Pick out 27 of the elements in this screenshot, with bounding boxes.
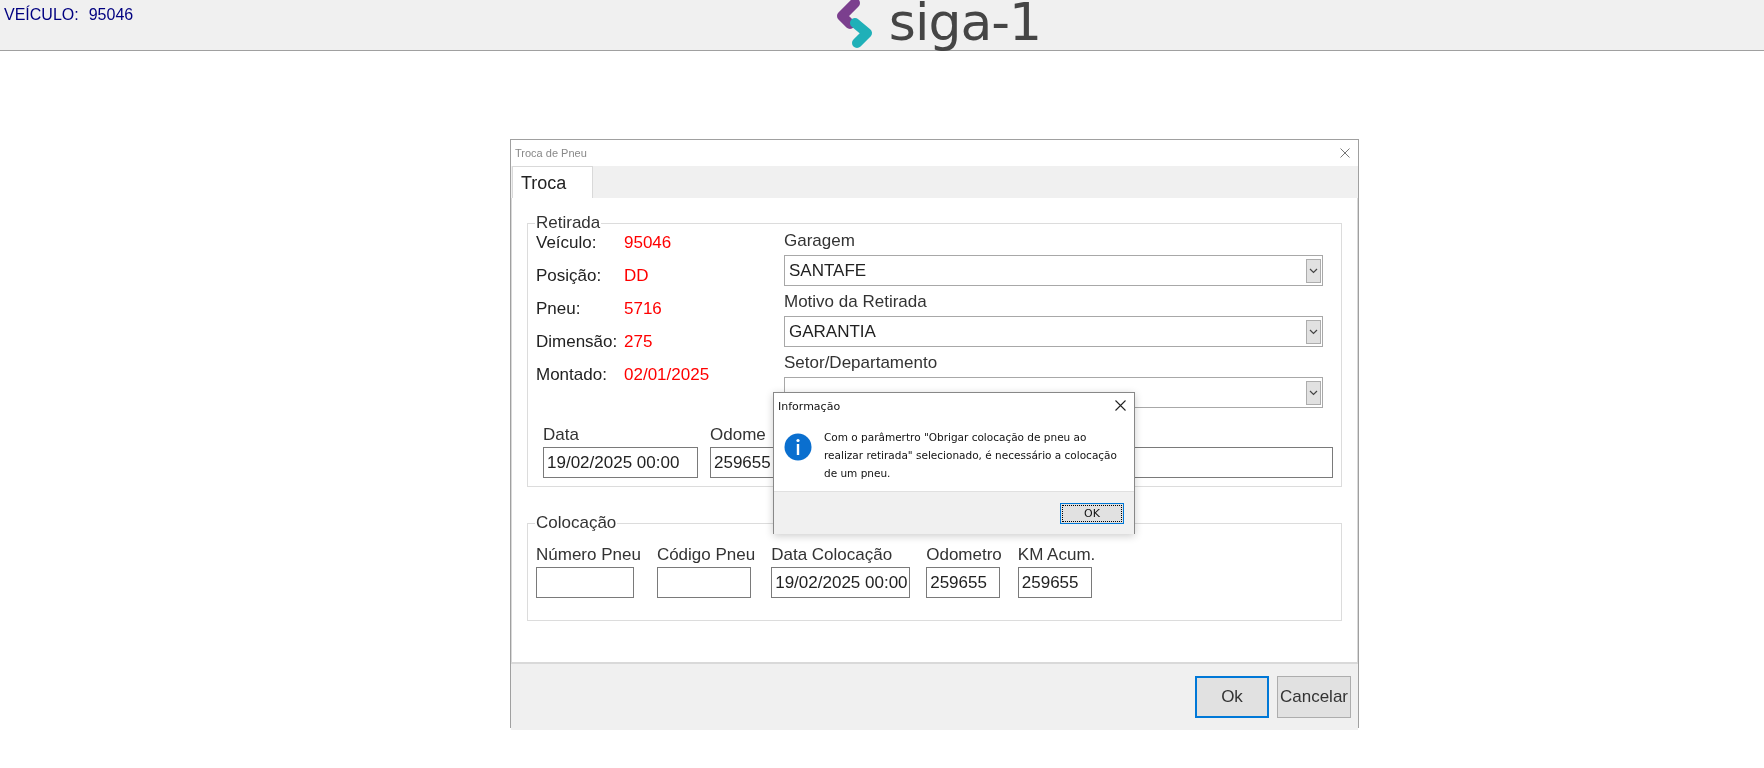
vehicle-number: 95046	[88, 6, 134, 24]
dialog-title: Informação	[778, 399, 841, 413]
vehicle-label: VEÍCULO:	[4, 6, 79, 24]
window-title: Troca de Pneu	[515, 147, 587, 159]
detail-value: 275	[624, 332, 654, 353]
field-label: Odometro	[926, 545, 1002, 566]
field-label: KM Acum.	[1017, 545, 1096, 566]
detail-label: Veículo:	[536, 233, 598, 254]
field-label: Número Pneu	[536, 545, 641, 566]
detail-label: Pneu:	[536, 299, 582, 320]
field-label: Setor/Departamento	[784, 353, 939, 374]
field-label: Motivo da Retirada	[784, 292, 928, 313]
group-title: Retirada	[535, 213, 602, 233]
detail-label: Posição:	[536, 266, 603, 287]
detail-label: Montado:	[536, 365, 608, 386]
detail-label: Dimensão:	[536, 332, 619, 353]
group-title: Colocação	[535, 513, 618, 533]
message-text: Com o parâmertro "Obrigar colocação de pneu ao realizar retirada" selecionado, é necessário a colocação de um pneu.	[824, 430, 1118, 481]
field-label: Data Colocação	[771, 545, 894, 566]
field-label: Data	[543, 425, 580, 446]
detail-value: 5716	[624, 299, 663, 320]
field-label: Código Pneu	[656, 545, 756, 566]
detail-value: 95046	[624, 233, 673, 254]
field-label: Odome	[710, 425, 767, 446]
detail-value: 02/01/2025	[624, 365, 711, 386]
detail-value: DD	[624, 266, 650, 287]
field-label: Garagem	[784, 231, 856, 252]
